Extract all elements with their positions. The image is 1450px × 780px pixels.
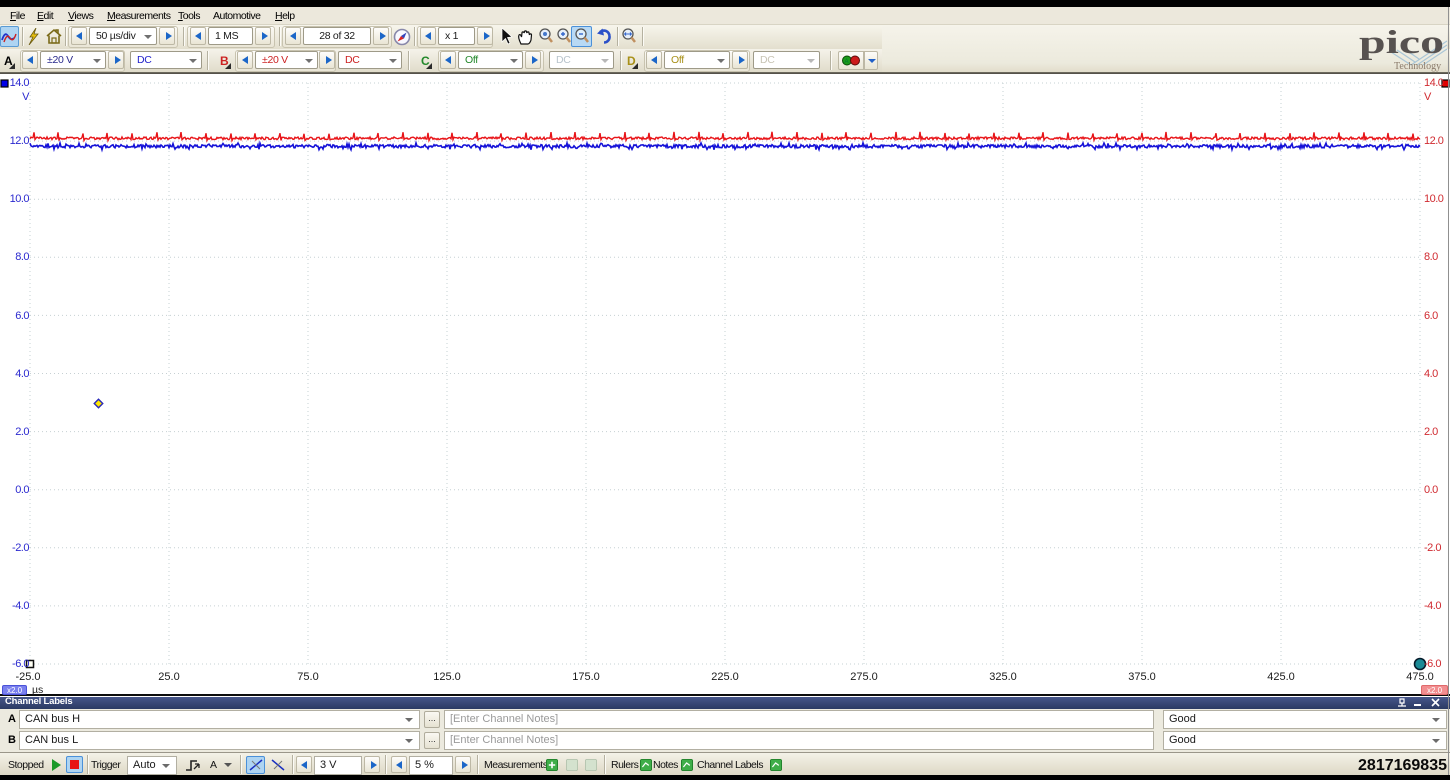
- svg-text:A: A: [845, 59, 849, 65]
- svg-text:pico: pico: [1359, 26, 1444, 61]
- svg-text:Technology: Technology: [1394, 61, 1441, 72]
